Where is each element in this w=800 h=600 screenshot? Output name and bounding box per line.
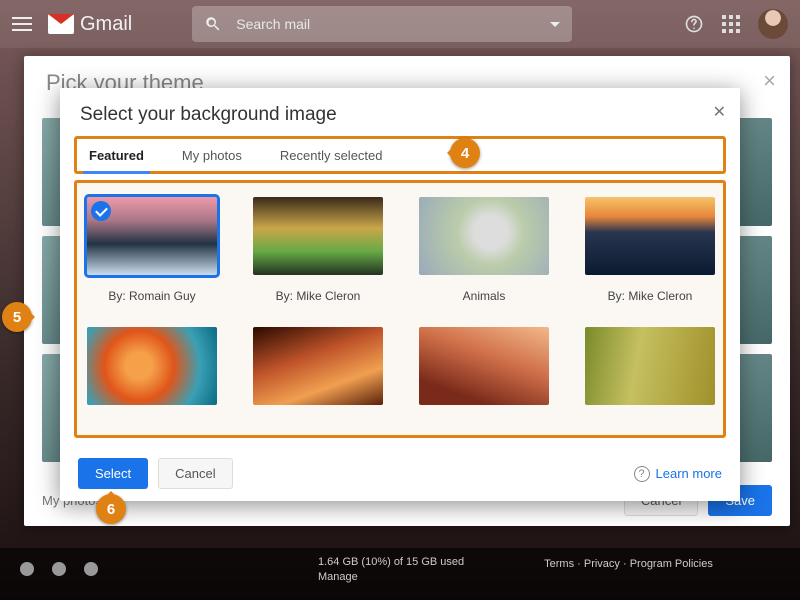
background-image-modal: Select your background image ✕ Featured … <box>60 88 740 501</box>
hangouts-icons <box>20 562 98 576</box>
modal-tabs: Featured My photos Recently selected <box>74 136 726 174</box>
search-input[interactable] <box>236 16 550 32</box>
gallery-caption: By: Mike Cleron <box>276 289 361 303</box>
manage-storage-link[interactable]: Manage <box>318 571 464 583</box>
gallery-card: By: Romain Guy <box>87 197 217 303</box>
gallery-card <box>87 327 217 405</box>
gallery-thumb[interactable] <box>253 197 383 275</box>
gallery-caption: By: Romain Guy <box>108 289 195 303</box>
gallery-caption: By: Mike Cleron <box>608 289 693 303</box>
learn-more-label: Learn more <box>656 466 722 481</box>
person-icon[interactable] <box>20 562 34 576</box>
google-apps-icon[interactable] <box>722 15 740 33</box>
help-icon: ? <box>634 466 650 482</box>
modal-title: Select your background image <box>60 88 740 136</box>
selected-check-icon <box>91 201 111 221</box>
gallery-thumb[interactable] <box>585 197 715 275</box>
pick-theme-close-icon[interactable]: × <box>763 68 776 94</box>
modal-close-icon[interactable]: ✕ <box>713 102 726 122</box>
topbar-right <box>684 9 788 39</box>
main-menu-icon[interactable] <box>12 17 32 31</box>
modal-footer: Select Cancel ? Learn more <box>78 458 722 489</box>
tab-recently-selected[interactable]: Recently selected <box>274 140 389 171</box>
callout-badge-5: 5 <box>2 302 32 332</box>
gallery-thumb[interactable] <box>87 327 217 405</box>
image-gallery: By: Romain Guy By: Mike Cleron Animals B… <box>74 180 726 438</box>
search-options-caret-icon[interactable] <box>550 22 560 32</box>
gallery-thumb[interactable] <box>419 197 549 275</box>
policy-links[interactable]: Terms · Privacy · Program Policies <box>544 558 713 570</box>
gallery-thumb[interactable] <box>253 327 383 405</box>
gallery-card <box>585 327 715 405</box>
product-name: Gmail <box>80 13 132 36</box>
gallery-thumb[interactable] <box>419 327 549 405</box>
gmail-footer-strip: 1.64 GB (10%) of 15 GB used Manage Terms… <box>0 548 800 600</box>
gallery-card: By: Mike Cleron <box>585 197 715 303</box>
storage-text: 1.64 GB (10%) of 15 GB used <box>318 556 464 568</box>
gmail-topbar: Gmail <box>0 0 800 48</box>
gallery-thumb[interactable] <box>585 327 715 405</box>
gallery-card <box>419 327 549 405</box>
phone-icon[interactable] <box>84 562 98 576</box>
cancel-button[interactable]: Cancel <box>158 458 232 489</box>
tab-my-photos[interactable]: My photos <box>176 140 248 171</box>
search-icon <box>204 15 222 33</box>
learn-more-link[interactable]: ? Learn more <box>634 466 722 482</box>
chat-icon[interactable] <box>52 562 66 576</box>
gallery-card: Animals <box>419 197 549 303</box>
gallery-caption: Animals <box>463 289 506 303</box>
callout-badge-6: 6 <box>96 494 126 524</box>
account-avatar[interactable] <box>758 9 788 39</box>
support-icon[interactable] <box>684 14 704 34</box>
gallery-thumb[interactable] <box>87 197 217 275</box>
gmail-logo[interactable]: Gmail <box>48 13 132 36</box>
gallery-card <box>253 327 383 405</box>
search-mail-box[interactable] <box>192 6 572 42</box>
gallery-card: By: Mike Cleron <box>253 197 383 303</box>
tab-featured[interactable]: Featured <box>83 140 150 174</box>
gmail-m-icon <box>48 14 74 34</box>
callout-badge-4: 4 <box>450 138 480 168</box>
